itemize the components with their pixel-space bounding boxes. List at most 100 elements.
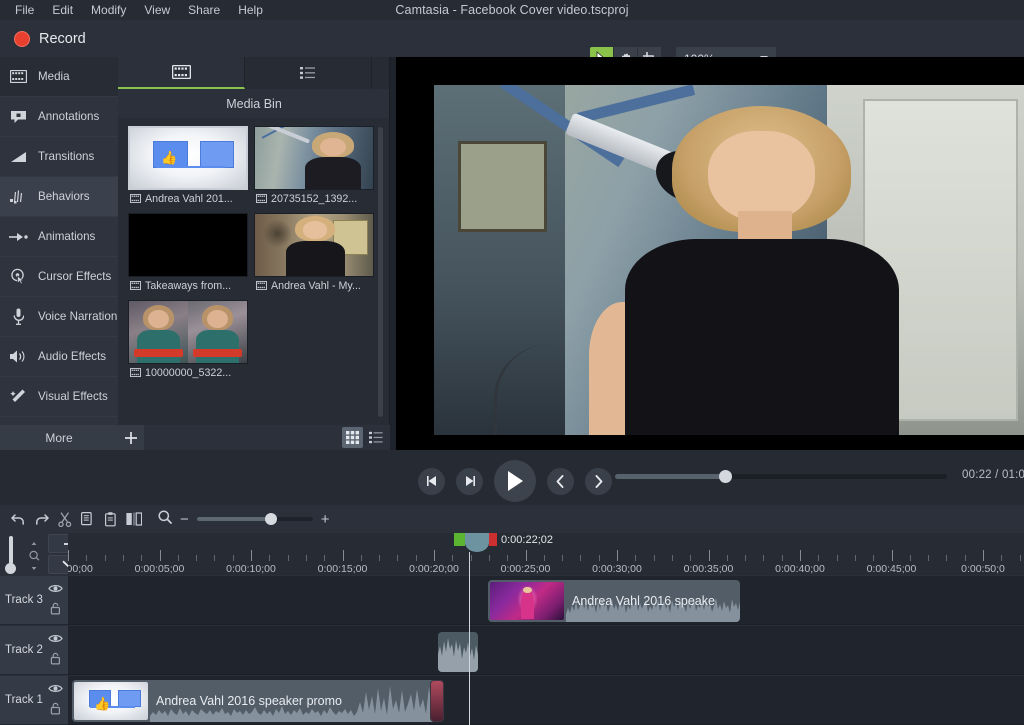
timeline-clip-track2[interactable] [438, 632, 478, 672]
sidebar-item-audio-effects[interactable]: Audio Effects [0, 337, 118, 377]
ruler-tick-minor [232, 555, 234, 561]
menu-item-share[interactable]: Share [179, 0, 229, 20]
lock-icon[interactable] [50, 602, 61, 620]
ruler-tick-minor [964, 555, 966, 561]
track-controls-2 [48, 631, 63, 670]
track-controls-3 [48, 581, 63, 620]
playback-progress-slider[interactable] [615, 470, 947, 483]
timeline-clip-track3[interactable]: Andrea Vahl 2016 speake [488, 580, 740, 622]
track-header-3[interactable]: Track 3 [0, 575, 68, 625]
sidebar-item-visual-effects[interactable]: Visual Effects [0, 377, 118, 417]
tab-library[interactable] [245, 57, 372, 89]
sidebar-item-media[interactable]: Media [0, 57, 118, 97]
ruler-label: 0:00:35;00 [683, 563, 734, 575]
menu-item-help[interactable]: Help [229, 0, 272, 20]
ruler-tick-minor [104, 555, 106, 561]
eye-icon[interactable] [48, 681, 63, 699]
view-mode-group [342, 427, 386, 448]
detail-view-button[interactable] [365, 427, 386, 448]
interview-artwork [255, 127, 373, 189]
media-bin-title-bar: Media Bin [118, 89, 390, 118]
list-icon [300, 67, 315, 79]
ruler-tick-minor [928, 555, 930, 561]
paste-icon [104, 511, 116, 526]
copy-button[interactable] [76, 505, 99, 533]
lock-icon[interactable] [50, 702, 61, 720]
track-lane-3[interactable]: Andrea Vahl 2016 speake [68, 575, 1024, 625]
sidebar-item-behaviors[interactable]: Behaviors [0, 177, 118, 217]
playback-controls [418, 460, 612, 502]
timeline-zoom-out-button[interactable]: − [180, 511, 189, 528]
timeline-zoom-slider[interactable] [196, 513, 313, 525]
add-media-button[interactable] [118, 425, 144, 450]
lock-icon[interactable] [50, 652, 61, 670]
sidebar-item-animations[interactable]: Animations [0, 217, 118, 257]
split-button[interactable] [122, 505, 145, 533]
track-lane-2[interactable] [68, 625, 1024, 675]
sidebar-more-button[interactable]: More [0, 425, 118, 450]
canvas-area[interactable] [396, 57, 1024, 450]
timeline-zoom-knob[interactable] [264, 513, 277, 525]
track-lane-1[interactable]: 👍 Andrea Vahl 2016 speaker promo [68, 675, 1024, 725]
callout-icon [8, 107, 28, 127]
track-header-1[interactable]: Track 1 [0, 675, 68, 725]
eye-icon[interactable] [48, 581, 63, 599]
sidebar-item-cursor-effects[interactable]: Cursor Effects [0, 257, 118, 297]
media-bin-item-3[interactable]: Andrea Vahl - My... [254, 213, 374, 294]
timeline-ruler[interactable]: 0:00:00;00 0:00:05;00 0:00:10;00 0:00:15;00… [68, 533, 1024, 575]
previous-frame-button[interactable] [418, 467, 445, 495]
next-clip-button[interactable] [585, 467, 612, 495]
undo-button[interactable] [7, 505, 30, 533]
marker-out-icon[interactable] [489, 533, 497, 546]
left-sidebar: Media Annotations Transitions Behaviors … [0, 57, 118, 425]
ruler-tick-major [983, 550, 984, 561]
master-volume-slider[interactable] [0, 533, 22, 575]
media-bin-item-1[interactable]: 20735152_1392... [254, 126, 374, 207]
sidebar-item-voice-narration[interactable]: Voice Narration [0, 297, 118, 337]
ruler-label: 0:00:40;00 [775, 563, 825, 575]
media-bin-item-4[interactable]: 10000000_5322... [128, 300, 248, 381]
speaker-icon [8, 347, 28, 367]
sidebar-item-annotations[interactable]: Annotations [0, 97, 118, 137]
play-button[interactable] [494, 460, 536, 502]
media-bin-item-2[interactable]: Takeaways from... [128, 213, 248, 294]
media-bin-scrollbar[interactable] [378, 127, 383, 417]
chevron-left-icon [556, 474, 564, 488]
media-item-caption: Andrea Vahl 201... [128, 190, 248, 207]
tab-media-bin[interactable] [118, 57, 245, 89]
redo-button[interactable] [30, 505, 53, 533]
track-row-1: Track 1 👍 Andrea Vahl 2016 speaker promo [0, 675, 1024, 725]
sidebar-item-label-cursor-effects: Cursor Effects [38, 270, 112, 283]
ruler-tick-minor [470, 555, 472, 561]
cut-button[interactable] [53, 505, 76, 533]
eye-icon[interactable] [48, 631, 63, 649]
menu-item-edit[interactable]: Edit [43, 0, 82, 20]
marker-in-icon[interactable] [454, 533, 465, 546]
playhead-handle[interactable] [465, 533, 489, 552]
ruler-tick-minor [598, 555, 600, 561]
volume-knob[interactable] [5, 563, 16, 574]
media-item-label: 20735152_1392... [271, 193, 358, 205]
track-height-magnifier[interactable] [22, 538, 46, 574]
sidebar-item-transitions[interactable]: Transitions [0, 137, 118, 177]
progress-knob[interactable] [719, 470, 732, 483]
previous-clip-button[interactable] [547, 467, 574, 495]
ruler-tick-major [708, 550, 710, 561]
timeline-clip-track1[interactable]: 👍 Andrea Vahl 2016 speaker promo [72, 680, 444, 722]
magnifier-icon[interactable] [158, 509, 172, 529]
record-button[interactable]: Record [6, 26, 94, 52]
paste-button[interactable] [99, 505, 122, 533]
menu-item-view[interactable]: View [135, 0, 179, 20]
menu-item-file[interactable]: File [6, 0, 43, 20]
redo-icon [36, 513, 49, 525]
timeline-clip-track1-tail[interactable] [430, 680, 444, 722]
thumbnail-view-button[interactable] [342, 427, 363, 448]
timeline-zoom-in-button[interactable]: + [321, 511, 330, 528]
media-bin-item-0[interactable]: 👍 Andrea Vahl 201... [128, 126, 248, 207]
next-frame-button[interactable] [456, 467, 483, 495]
ruler-tick-major [251, 550, 252, 561]
preview-panel [390, 57, 1024, 450]
ruler-tick-minor [379, 555, 381, 561]
track-header-2[interactable]: Track 2 [0, 625, 68, 675]
menu-item-modify[interactable]: Modify [82, 0, 135, 20]
